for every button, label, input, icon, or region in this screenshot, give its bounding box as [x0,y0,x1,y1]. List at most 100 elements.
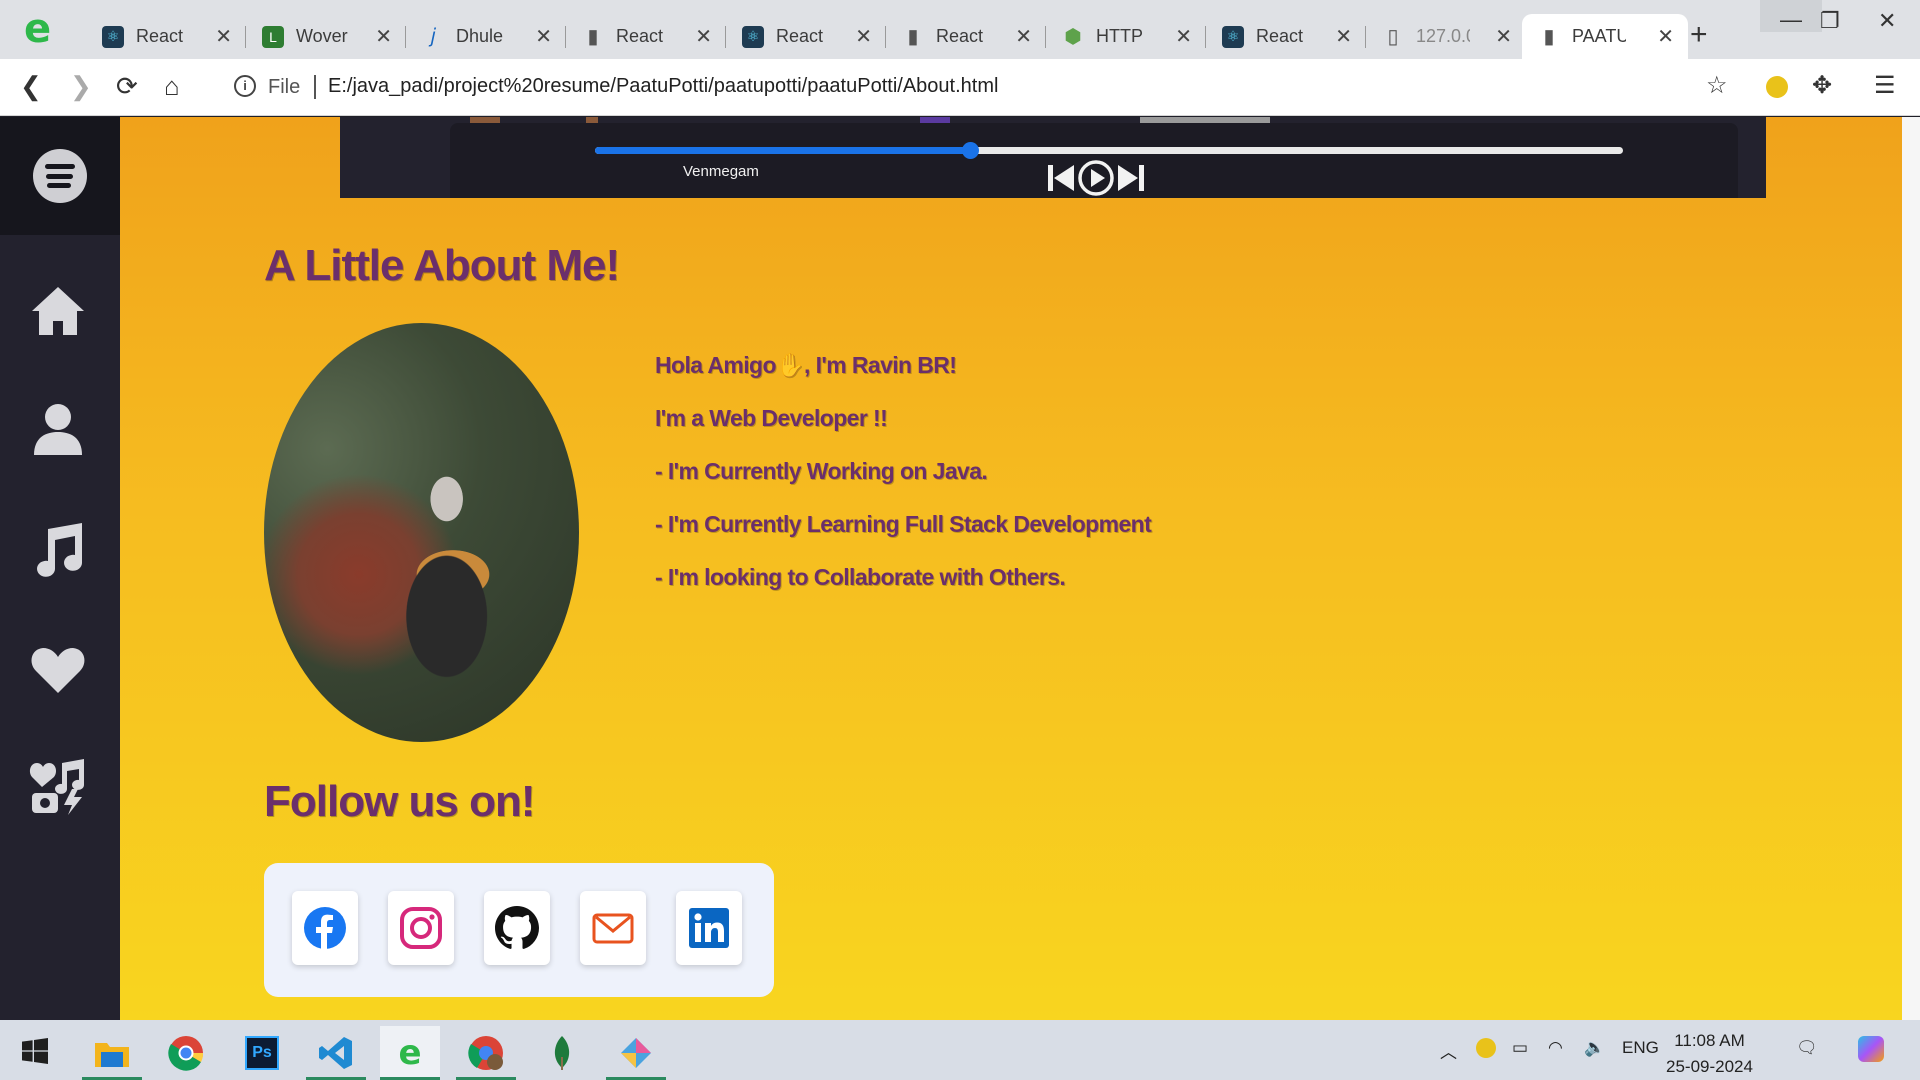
page-scrollbar[interactable] [1902,117,1920,1020]
volume-icon[interactable]: 🔈 [1584,1038,1605,1058]
seek-handle[interactable] [962,142,980,159]
feather-icon: 𝑗 [429,25,437,47]
document-icon: ▮ [907,26,919,48]
chrome-app[interactable] [156,1026,216,1080]
sidebar-logo[interactable] [0,117,120,235]
extensions-puzzle-icon[interactable]: ✥ [1812,71,1832,100]
notifications-icon[interactable]: 🗨 [1796,1038,1818,1058]
vscode-app[interactable] [306,1026,366,1080]
browser-app-active[interactable]: e [380,1026,440,1080]
address-scheme: File [268,76,301,98]
wifi-icon[interactable]: ◠ [1548,1038,1563,1058]
clock[interactable]: 11:08 AM 25-09-2024 [1666,1028,1753,1080]
copilot-icon[interactable] [1858,1036,1884,1062]
document-icon: ▮ [587,26,599,48]
vscode-icon [319,1037,352,1069]
tray-app-icon[interactable] [1476,1038,1496,1058]
mail-icon [592,913,634,944]
app-sidebar [0,117,120,1020]
email-link[interactable] [580,891,646,965]
profile-photo [264,323,579,742]
close-icon[interactable]: ✕ [535,24,552,49]
bio-line: - I'm looking to Collaborate with Others… [655,564,1066,590]
close-icon[interactable]: ✕ [215,24,232,49]
info-icon[interactable]: i [234,75,256,97]
tab-label: 127.0.0 [1416,26,1470,46]
greeting-name: , I'm Ravin BR! [803,352,957,378]
about-heading: A Little About Me! [264,241,620,290]
main-content: Venmegam A Little About Me! Hola Amigo✋,… [120,117,1902,1020]
gitkraken-app[interactable] [606,1026,666,1080]
tab-label: React [776,26,824,46]
tab-label: React [1256,26,1304,46]
clock-time: 11:08 AM [1674,1031,1745,1050]
close-icon[interactable]: ✕ [1495,24,1512,49]
browser-tab[interactable]: ⚛ React ✕ [1206,14,1366,59]
back-button[interactable]: ❮ [20,71,42,102]
spotify-icon [33,149,87,203]
close-icon[interactable]: ✕ [1335,24,1352,49]
minimize-button[interactable]: — [1760,0,1822,32]
browser-tab-active[interactable]: ▮ PAATU ✕ [1522,14,1688,59]
document-icon: ▮ [1543,26,1555,48]
page-icon: ▯ [1387,26,1399,48]
close-icon[interactable]: ✕ [1657,24,1674,49]
extension-icon[interactable] [1766,76,1788,98]
restore-button[interactable]: ❐ [1820,8,1840,34]
previous-icon[interactable] [1048,163,1074,193]
bio-text: Hola Amigo✋, I'm Ravin BR! I'm a Web Dev… [655,352,1255,617]
react-icon: ⚛ [1222,25,1244,48]
menu-icon[interactable]: ☰ [1874,71,1896,100]
reload-button[interactable]: ⟳ [116,71,138,102]
close-icon[interactable]: ✕ [695,24,712,49]
home-icon[interactable] [28,281,88,341]
close-icon[interactable]: ✕ [1015,24,1032,49]
music-icon[interactable] [28,519,88,579]
seek-slider[interactable] [595,142,1623,159]
heart-icon[interactable] [28,639,88,699]
windows-start-icon[interactable] [22,1038,48,1064]
forward-button[interactable]: ❯ [70,71,92,102]
close-icon[interactable]: ✕ [855,24,872,49]
address-bar[interactable]: i File E:/java_padi/project%20resume/Paa… [212,67,1692,107]
chevron-up-icon[interactable]: ︿ [1440,1038,1457,1063]
follow-heading: Follow us on! [264,777,536,826]
linkedin-link[interactable] [676,891,742,965]
close-window-button[interactable]: ✕ [1878,8,1896,34]
browser-tab[interactable]: ⚛ React ✕ [726,14,886,59]
browser-tab[interactable]: ▯ 127.0.0 ✕ [1366,14,1526,59]
mongodb-app[interactable] [532,1026,592,1080]
address-url[interactable]: E:/java_padi/project%20resume/PaatuPotti… [328,75,998,98]
browser-tab[interactable]: ▮ React ✕ [566,14,726,59]
browser-tab[interactable]: 𝑗 Dhule ✕ [406,14,566,59]
playback-controls [1048,159,1144,197]
react-icon: ⚛ [102,25,124,48]
next-icon[interactable] [1118,163,1144,193]
browser-tab[interactable]: ▮ React ✕ [886,14,1046,59]
photoshop-app[interactable]: Ps [232,1026,292,1080]
instagram-link[interactable] [388,891,454,965]
favorites-music-icon[interactable] [28,757,88,817]
instagram-icon [400,907,442,949]
new-tab-button[interactable]: + [1690,18,1708,52]
user-icon[interactable] [28,399,88,459]
browser-tab[interactable]: ⚛ React ✕ [86,14,246,59]
node-icon: ⬢ [1064,26,1082,48]
photoshop-icon: Ps [245,1036,279,1070]
browser-tab[interactable]: ⬢ HTTP ✕ [1046,14,1206,59]
home-button[interactable]: ⌂ [164,71,180,102]
tab-label: PAATU [1572,26,1626,46]
bookmark-star-icon[interactable]: ☆ [1706,71,1728,100]
close-icon[interactable]: ✕ [375,24,392,49]
chrome-icon [168,1036,204,1071]
close-icon[interactable]: ✕ [1175,24,1192,49]
browser-tab[interactable]: L Wover ✕ [246,14,406,59]
play-icon[interactable] [1077,159,1115,197]
github-link[interactable] [484,891,550,965]
language-indicator[interactable]: ENG [1622,1038,1659,1058]
battery-icon[interactable]: ▭ [1512,1038,1528,1058]
chrome-profile-app[interactable] [456,1026,516,1080]
file-explorer-app[interactable] [82,1026,142,1080]
bio-line: - I'm Currently Working on Java. [655,458,988,484]
facebook-link[interactable] [292,891,358,965]
